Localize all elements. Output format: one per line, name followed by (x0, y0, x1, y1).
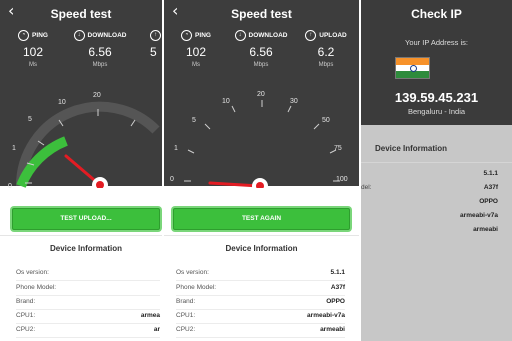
ping-icon: ◔ (18, 30, 30, 41)
ping-stat: ◔ PING 102 Ms (166, 30, 226, 68)
gauge-tick: 10 (58, 99, 66, 106)
device-value: 5.1.1 (483, 170, 498, 177)
device-row: Os version: (16, 266, 160, 281)
ping-icon: ◔ (181, 30, 193, 41)
device-row: CPU2: armeabi (176, 323, 345, 338)
device-row: Brand: OPPO (176, 295, 345, 310)
gauge-tick: 20 (93, 92, 101, 99)
test-again-button[interactable]: TEST AGAIN (173, 208, 350, 230)
speed-gauge: 0 1 5 10 20 30 50 75 100 (170, 91, 348, 188)
page-title: Speed test (50, 7, 112, 21)
gauge-tick: 50 (322, 117, 330, 124)
gauge-tick: 10 (222, 98, 230, 105)
upload-icon: ↑ (305, 30, 317, 41)
device-value: armeabi (473, 226, 498, 233)
gauge-tick: 1 (174, 145, 178, 152)
device-row: Brand: (16, 295, 160, 310)
upload-stat: ↑ UPLOAD 6.2 Mbps (296, 30, 356, 68)
device-row: CPU2: ar (16, 323, 160, 338)
download-stat: ↓ DOWNLOAD 6.56 Mbps (231, 30, 291, 68)
page-title: Check IP (411, 7, 462, 21)
device-value: A37f (483, 184, 498, 191)
model-key-partial: del: (361, 184, 372, 191)
device-info-title: Device Information (375, 144, 448, 153)
check-ip-screen: Check IP Your IP Address is: 139.59.45.2… (361, 0, 512, 341)
ping-stat: ◔ PING 102 Ms (3, 30, 63, 68)
gauge-tick: 0 (8, 183, 12, 188)
speed-test-screen-uploading: ‹ Speed test ◔ PING 102 Ms ↓ DOWNLOAD 6.56… (0, 0, 162, 341)
device-value: OPPO (479, 198, 498, 205)
ip-label: Your IP Address is: (405, 38, 468, 47)
device-info-title: Device Information (225, 244, 298, 253)
gauge-tick: 100 (336, 176, 348, 183)
device-row: CPU1: armea (16, 309, 160, 324)
device-info-title: Device Information (49, 244, 122, 253)
ip-location: Bengaluru - India (407, 107, 466, 116)
device-row: Phone Model: A37f (176, 281, 345, 296)
gauge-tick: 0 (170, 176, 174, 183)
download-stat: ↓ DOWNLOAD 6.56 Mbps (70, 30, 130, 68)
speed-gauge: 0 1 5 10 20 (8, 92, 160, 188)
device-value: armeabi-v7a (460, 212, 498, 219)
india-flag (396, 58, 429, 78)
device-row: Os version: 5.1.1 (176, 266, 345, 281)
page-title: Speed test (231, 7, 292, 21)
gauge-tick: 20 (257, 91, 265, 98)
gauge-tick: 30 (290, 98, 298, 105)
gauge-tick: 5 (192, 117, 196, 124)
speed-test-screen-result: ‹ Speed test ◔ PING 102 Ms ↓ DOWNLOAD 6.56… (164, 0, 359, 341)
device-row: Phone Model: (16, 281, 160, 296)
upload-icon: ↑ (150, 30, 161, 41)
gauge-tick: 75 (334, 145, 342, 152)
device-row: CPU1: armeabi-v7a (176, 309, 345, 324)
gauge-tick: 5 (28, 116, 32, 123)
gauge-tick: 1 (12, 145, 16, 152)
test-upload-button[interactable]: TEST UPLOAD... (12, 208, 160, 230)
ip-address: 139.59.45.231 (394, 90, 479, 105)
download-icon: ↓ (234, 30, 246, 41)
upload-stat-partial: ↑ 5 (150, 30, 162, 59)
download-icon: ↓ (73, 30, 85, 41)
